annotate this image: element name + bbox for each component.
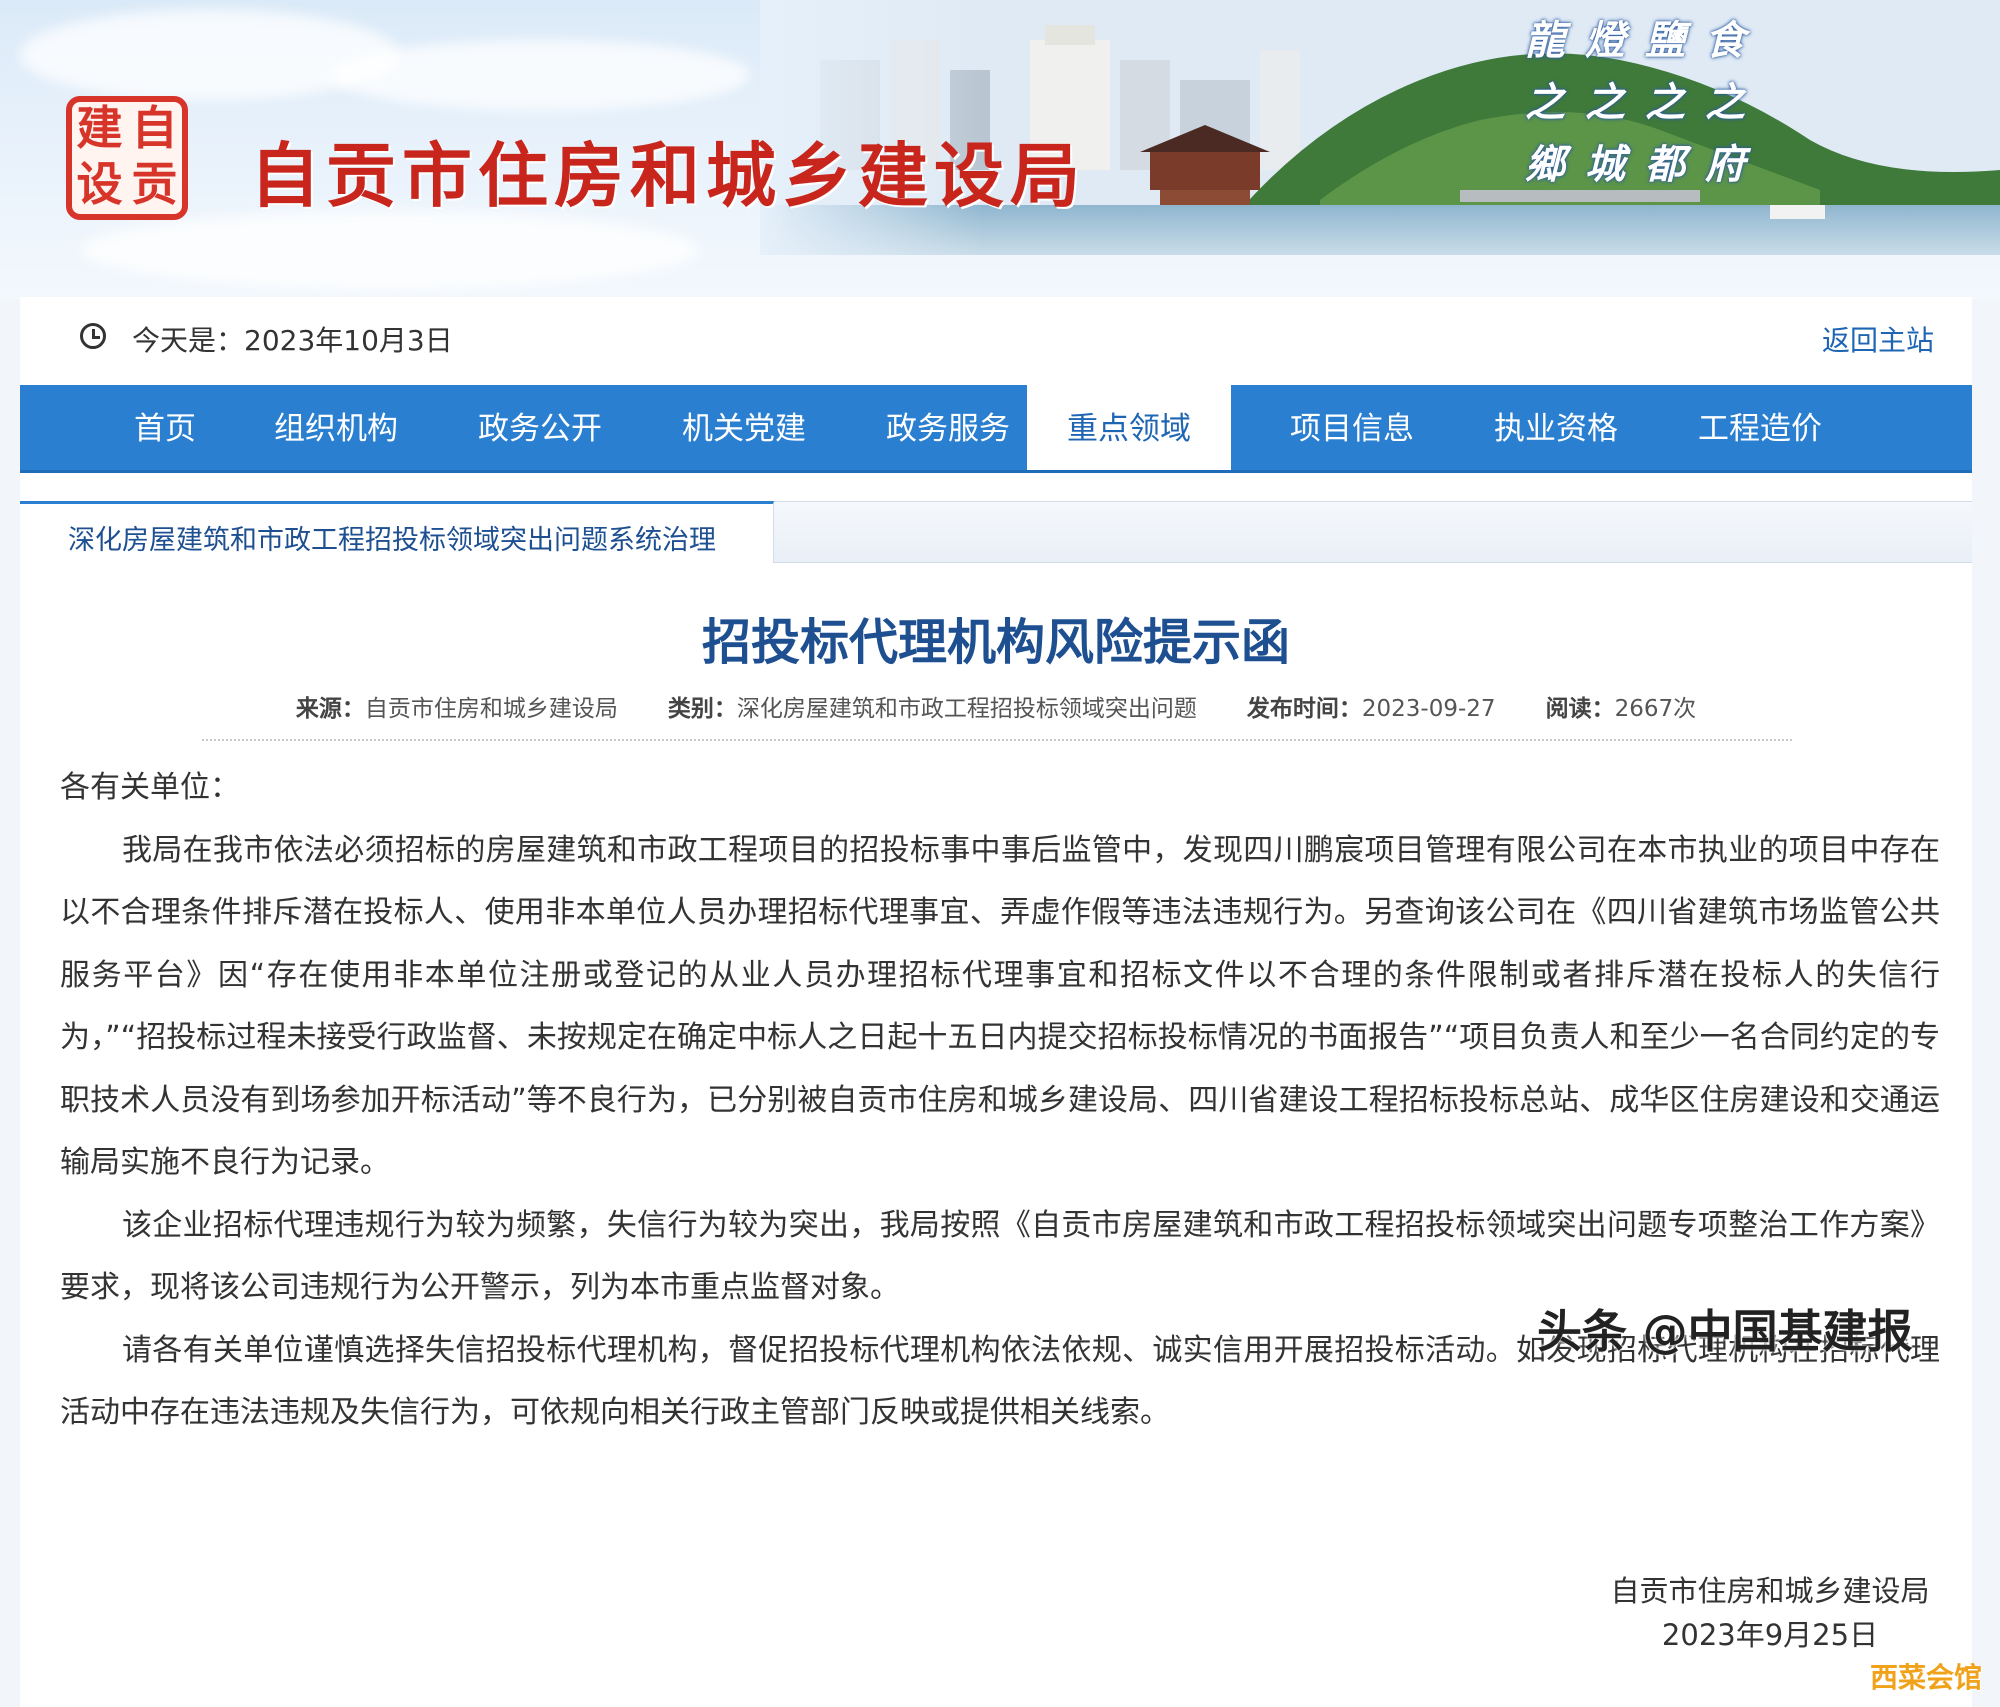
meta-category-key: 类别： (667, 696, 737, 722)
clock-icon (80, 323, 106, 349)
article-paragraph: 我局在我市依法必须招标的房屋建筑和市政工程项目的招投标事中事后监管中，发现四川鹏… (60, 832, 1940, 1181)
article-salutation: 各有关单位： (60, 770, 240, 805)
site-banner: 建 自 设 贡 自贡市住房和城乡建设局 龍燈鹽食 之之之之 鄉城都府 (0, 0, 2000, 300)
nav-item-qualifications[interactable]: 执业资格 (1468, 385, 1644, 470)
today-date: 今天是：2023年10月3日 (132, 324, 453, 357)
article-meta: 来源：自贡市住房和城乡建设局 类别：深化房屋建筑和市政工程招投标领域突出问题 发布时… (20, 689, 1972, 723)
content-frame: 今天是：2023年10月3日 返回主站 首页 组织机构 政务公开 机关党建 政务… (20, 297, 1972, 1707)
meta-views-key: 阅读： (1545, 696, 1615, 722)
meta-source-key: 来源： (295, 696, 365, 722)
nav-item-engineering-cost[interactable]: 工程造价 (1672, 385, 1848, 470)
meta-time-key: 发布时间： (1246, 696, 1362, 722)
section-tab-bar: 深化房屋建筑和市政工程招投标领域突出问题系统治理 (20, 501, 1972, 563)
nav-item-party-building[interactable]: 机关党建 (656, 385, 832, 470)
meta-source-value: 自贡市住房和城乡建设局 (364, 696, 618, 722)
meta-time-value: 2023-09-27 (1361, 696, 1496, 722)
return-home-link[interactable]: 返回主站 (1822, 319, 1934, 359)
meta-divider (202, 739, 1792, 741)
article-signature: 自贡市住房和城乡建设局 2023年9月25日 (1585, 1569, 1955, 1657)
tab-section-governance[interactable]: 深化房屋建筑和市政工程招投标领域突出问题系统治理 (20, 501, 774, 563)
main-nav: 首页 组织机构 政务公开 机关党建 政务服务 重点领域 项目信息 执业资格 工程… (20, 385, 1972, 473)
nav-item-government-affairs[interactable]: 政务公开 (452, 385, 628, 470)
signature-date: 2023年9月25日 (1661, 1618, 1879, 1652)
toutiao-watermark: 头条 @中国基建报 (1537, 1305, 1913, 1358)
nav-item-government-services[interactable]: 政务服务 (860, 385, 1036, 470)
signature-org: 自贡市住房和城乡建设局 (1610, 1574, 1930, 1608)
meta-views-value: 2667次 (1614, 696, 1697, 722)
corner-watermark: 西菜会馆 (1870, 1661, 1983, 1694)
motto-calligraphy: 龍燈鹽食 之之之之 鄉城都府 (1525, 17, 1745, 188)
nav-item-key-areas[interactable]: 重点领域 (1027, 385, 1231, 470)
meta-category-value: 深化房屋建筑和市政工程招投标领域突出问题 (736, 696, 1197, 722)
article-title: 招投标代理机构风险提示函 (701, 614, 1290, 671)
nav-item-organization[interactable]: 组织机构 (248, 385, 424, 470)
site-title[interactable]: 自贡市住房和城乡建设局 (250, 120, 1086, 221)
date-bar: 今天是：2023年10月3日 返回主站 (20, 297, 1972, 385)
nav-item-home[interactable]: 首页 (85, 385, 245, 470)
nav-item-project-info[interactable]: 项目信息 (1264, 385, 1440, 470)
tab-section-label: 深化房屋建筑和市政工程招投标领域突出问题系统治理 (68, 525, 716, 556)
site-logo[interactable]: 建 自 设 贡 (66, 96, 188, 220)
